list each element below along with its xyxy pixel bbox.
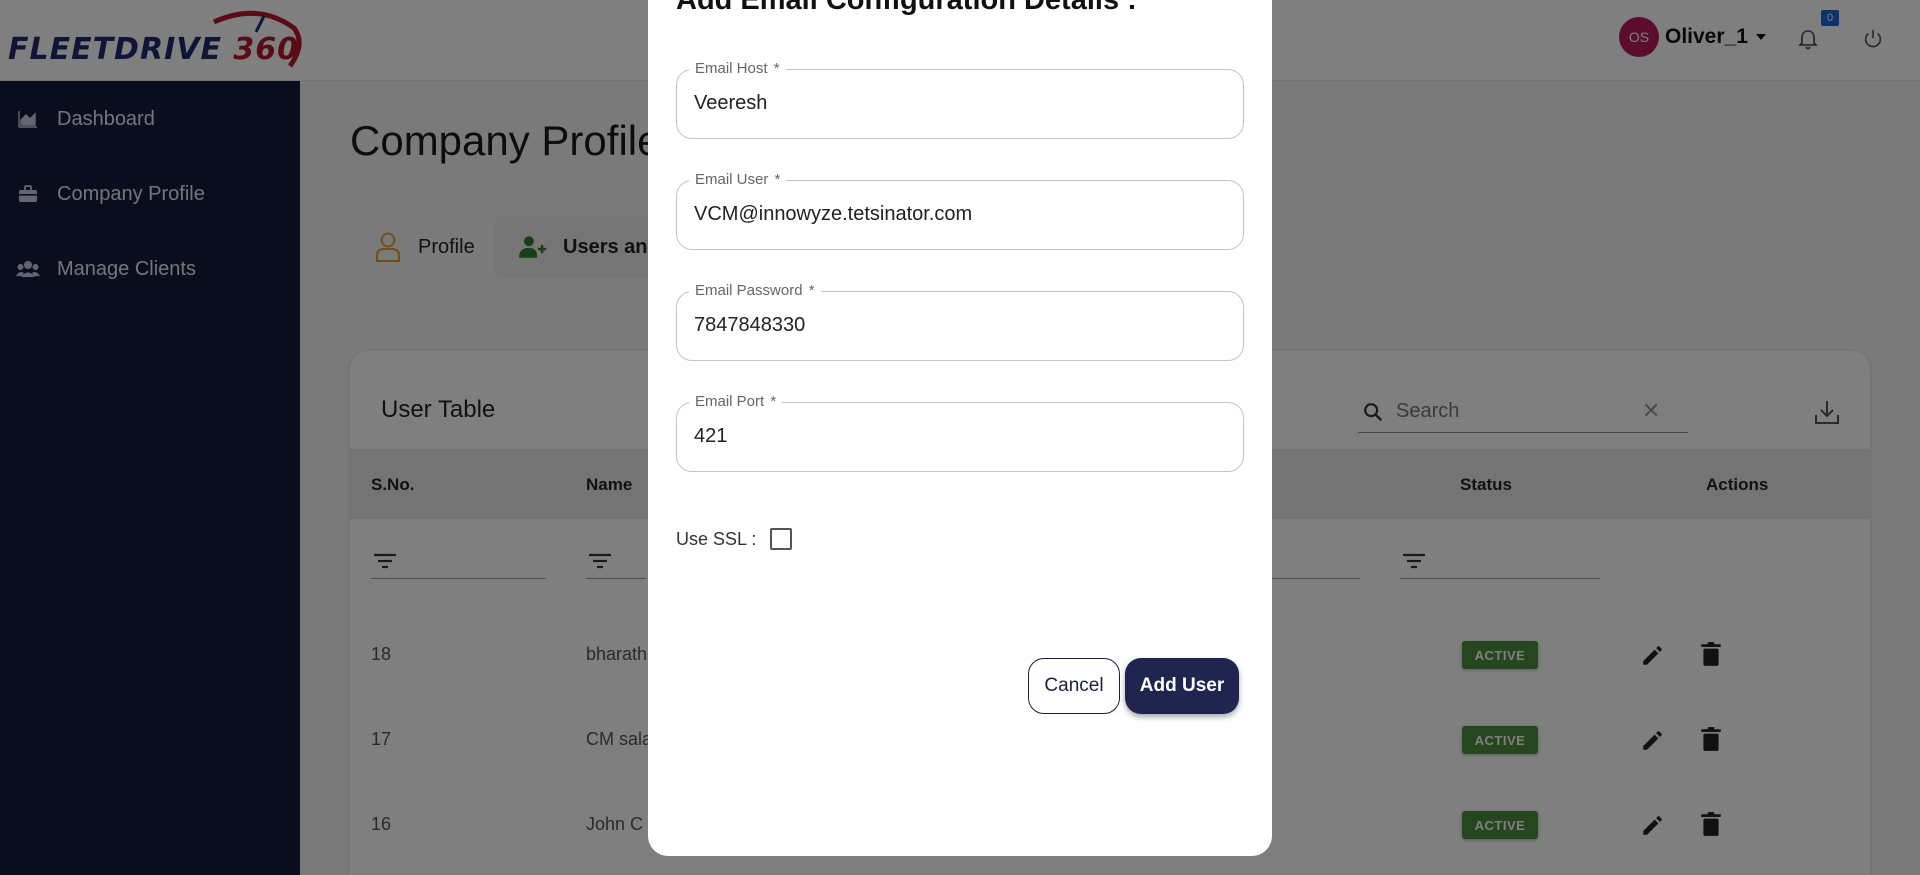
- field-label-text: Email Port: [695, 393, 765, 410]
- dialog-title: Add Email Configuration Details :: [676, 0, 1137, 16]
- field-label-text: Email Host: [695, 60, 768, 77]
- field-label: Email Password *: [689, 282, 821, 299]
- email-password-input[interactable]: [694, 310, 1224, 340]
- email-host-field[interactable]: Email Host *: [676, 60, 1244, 139]
- email-port-field[interactable]: Email Port *: [676, 393, 1244, 472]
- email-user-field[interactable]: Email User *: [676, 171, 1244, 250]
- email-config-dialog: Add Email Configuration Details : Email …: [648, 0, 1272, 856]
- use-ssl-checkbox[interactable]: [770, 528, 793, 550]
- use-ssl-label: Use SSL :: [676, 528, 757, 549]
- field-label: Email User *: [689, 171, 787, 188]
- required-marker: *: [774, 171, 781, 188]
- field-label: Email Host *: [689, 60, 786, 77]
- email-port-input[interactable]: [694, 421, 1224, 451]
- required-marker: *: [770, 393, 777, 410]
- add-user-button[interactable]: Add User: [1125, 658, 1239, 714]
- email-host-input[interactable]: [694, 88, 1224, 118]
- email-password-field[interactable]: Email Password *: [676, 282, 1244, 361]
- use-ssl-row: Use SSL :: [676, 526, 793, 552]
- required-marker: *: [808, 282, 815, 299]
- email-user-input[interactable]: [694, 199, 1224, 229]
- cancel-button[interactable]: Cancel: [1028, 658, 1120, 714]
- field-label-text: Email User: [695, 171, 769, 188]
- required-marker: *: [773, 60, 780, 77]
- field-label: Email Port *: [689, 393, 783, 410]
- field-label-text: Email Password: [695, 282, 803, 299]
